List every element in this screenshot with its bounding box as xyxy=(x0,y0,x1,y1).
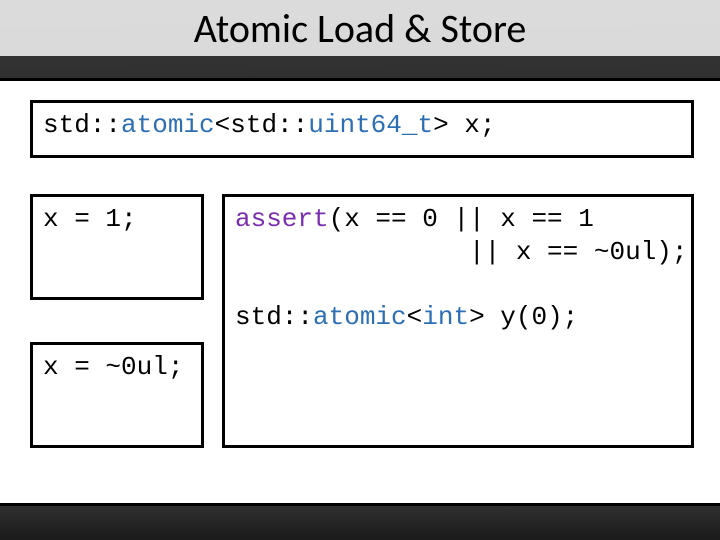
code-keyword-assert: assert xyxy=(235,204,329,234)
slide: Atomic Load & Store std::atomic<std::uin… xyxy=(0,0,720,540)
code-indent xyxy=(235,236,469,269)
slide-title: Atomic Load & Store xyxy=(0,4,720,53)
code-keyword-int: int xyxy=(422,302,469,332)
code-text: > y(0); xyxy=(469,302,578,332)
code-text: std:: xyxy=(235,302,313,332)
code-text: < xyxy=(407,302,423,332)
code-keyword-uint64: uint64_t xyxy=(308,110,433,140)
code-keyword-atomic: atomic xyxy=(313,302,407,332)
code-text: x = 1; xyxy=(43,204,137,234)
code-box-thread-a-1: x = 1; xyxy=(30,194,204,300)
code-box-thread-b: assert(x == 0 || x == 1 || x == ~0ul); s… xyxy=(222,194,694,448)
code-text: > x; xyxy=(433,110,495,140)
code-box-thread-a-2: x = ~0ul; xyxy=(30,342,204,448)
code-text: x = ~0ul; xyxy=(43,352,183,382)
code-text: || x == ~0ul); xyxy=(469,237,687,267)
bottom-band xyxy=(0,503,720,540)
code-text: std:: xyxy=(43,110,121,140)
code-text: (x == 0 || x == 1 xyxy=(329,204,594,234)
code-text: <std:: xyxy=(215,110,309,140)
code-box-declaration: std::atomic<std::uint64_t> x; xyxy=(30,100,694,158)
code-keyword-atomic: atomic xyxy=(121,110,215,140)
